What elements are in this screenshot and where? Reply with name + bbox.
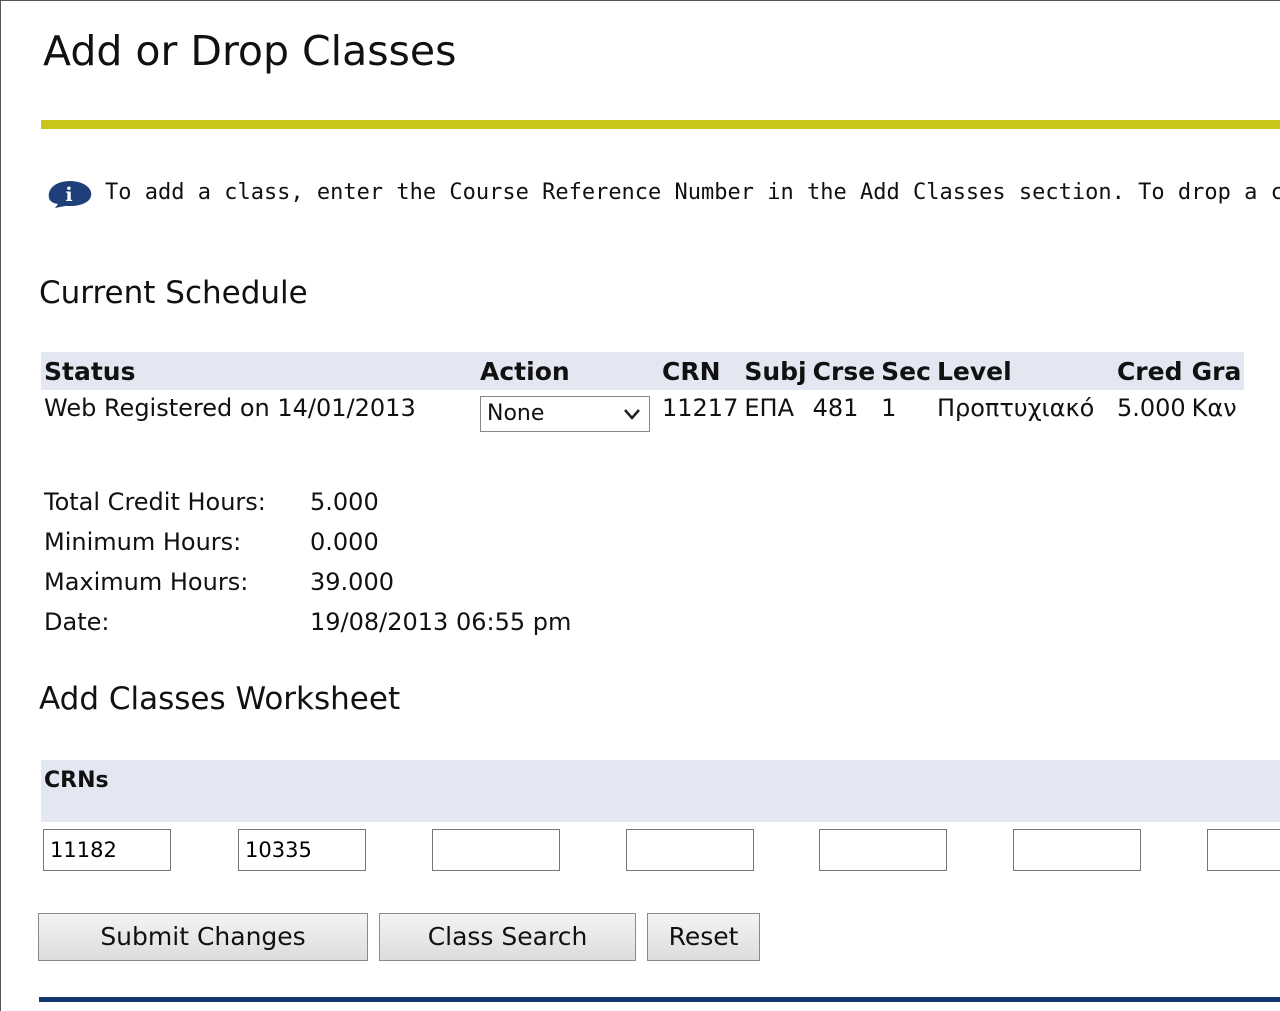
- min-hours-value: 0.000: [310, 528, 379, 556]
- max-hours-value: 39.000: [310, 568, 394, 596]
- column-header-sec: Sec: [878, 352, 934, 390]
- crns-label: CRNs: [44, 768, 109, 793]
- info-icon: i: [45, 178, 95, 208]
- column-header-level: Level: [933, 352, 1114, 390]
- action-cell: None: [477, 390, 659, 442]
- summary-row: Date: 19/08/2013 06:55 pm: [44, 602, 571, 642]
- column-header-subj: Subj: [741, 352, 810, 390]
- total-credit-label: Total Credit Hours:: [44, 488, 266, 516]
- action-select-value: None: [487, 401, 545, 426]
- sec-cell: 1: [881, 394, 897, 422]
- class-search-button[interactable]: Class Search: [379, 913, 636, 961]
- min-hours-label: Minimum Hours:: [44, 528, 242, 556]
- date-label: Date:: [44, 608, 110, 636]
- crn-input-1[interactable]: [43, 829, 171, 871]
- info-message: To add a class, enter the Course Referen…: [105, 180, 1280, 205]
- svg-text:i: i: [65, 184, 72, 206]
- crn-input-3[interactable]: [432, 829, 560, 871]
- title-divider: [41, 120, 1280, 129]
- column-header-status: Status: [41, 352, 477, 390]
- column-header-action: Action: [477, 352, 659, 390]
- current-schedule-table: Status Action CRN Subj Crse Sec Level Cr…: [41, 352, 1245, 442]
- reset-button[interactable]: Reset: [647, 913, 760, 961]
- level-cell: Προπτυχιακό: [936, 394, 1095, 422]
- crn-input-2[interactable]: [238, 829, 366, 871]
- column-header-crse: Crse: [809, 352, 879, 390]
- current-schedule-heading: Current Schedule: [39, 275, 308, 311]
- column-header-crn: CRN: [659, 352, 742, 390]
- max-hours-label: Maximum Hours:: [44, 568, 249, 596]
- add-classes-heading: Add Classes Worksheet: [39, 681, 401, 717]
- summary-row: Minimum Hours: 0.000: [44, 522, 571, 562]
- subj-cell: ΕΠΑ: [744, 394, 794, 422]
- crse-cell: 481: [812, 394, 859, 422]
- crn-input-5[interactable]: [819, 829, 947, 871]
- column-header-gra: Gra: [1188, 352, 1245, 390]
- column-header-cred: Cred: [1113, 352, 1189, 390]
- total-credit-value: 5.000: [310, 488, 379, 516]
- action-select[interactable]: None: [480, 396, 650, 432]
- page-title: Add or Drop Classes: [43, 27, 457, 75]
- summary-row: Maximum Hours: 39.000: [44, 562, 571, 602]
- crns-header-bar: [41, 760, 1280, 822]
- submit-changes-button[interactable]: Submit Changes: [38, 913, 368, 961]
- status-cell: Web Registered on 14/01/2013: [44, 394, 416, 422]
- add-drop-page: Add or Drop Classes i To add a class, en…: [0, 0, 1280, 1011]
- table-header-row: Status Action CRN Subj Crse Sec Level Cr…: [41, 352, 1245, 390]
- date-value: 19/08/2013 06:55 pm: [310, 608, 572, 636]
- hours-summary: Total Credit Hours: 5.000 Minimum Hours:…: [44, 482, 571, 642]
- crn-input-6[interactable]: [1013, 829, 1141, 871]
- crn-cell: 11217: [662, 394, 739, 422]
- crn-input-7[interactable]: [1207, 829, 1280, 871]
- table-row: Web Registered on 14/01/2013 None 11217 …: [41, 390, 1244, 442]
- cred-cell: 5.000: [1116, 394, 1186, 422]
- crn-input-4[interactable]: [626, 829, 754, 871]
- summary-row: Total Credit Hours: 5.000: [44, 482, 571, 522]
- chevron-down-icon: [624, 409, 640, 420]
- bottom-divider: [39, 997, 1280, 1002]
- gra-cell: Καν: [1191, 394, 1237, 422]
